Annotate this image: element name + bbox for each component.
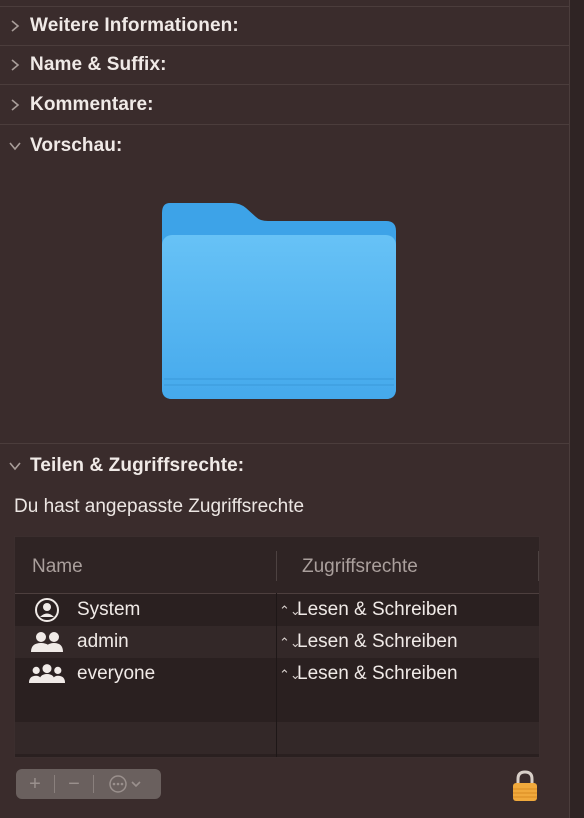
- table-row[interactable]: admin ⌃⌄Lesen & Schreiben: [15, 626, 539, 658]
- table-row[interactable]: everyone ⌃⌄Lesen & Schreiben: [15, 658, 539, 690]
- row-name: admin: [77, 631, 129, 652]
- column-header-permission[interactable]: Zugriffsrechte: [302, 556, 418, 578]
- folder-icon: [160, 203, 398, 406]
- permission-popup[interactable]: ⌃⌄Lesen & Schreiben: [279, 631, 458, 653]
- table-header: Name Zugriffsrechte: [15, 537, 539, 594]
- column-header-name[interactable]: Name: [32, 556, 83, 578]
- updown-chevron-icon: ⌃⌄: [279, 603, 301, 618]
- permissions-info-text: Du hast angepasste Zugriffsrechte: [14, 496, 305, 517]
- chevron-down-icon[interactable]: [0, 461, 30, 471]
- permission-value: Lesen & Schreiben: [297, 663, 458, 684]
- updown-chevron-icon: ⌃⌄: [279, 667, 301, 682]
- permission-value: Lesen & Schreiben: [297, 599, 458, 620]
- section-title: Weitere Informationen:: [30, 15, 239, 36]
- top-divider: [0, 0, 570, 7]
- chevron-right-icon[interactable]: [0, 98, 30, 112]
- section-teilen-zugriffsrechte[interactable]: Teilen & Zugriffsrechte:: [0, 446, 570, 485]
- scrollbar[interactable]: [569, 0, 584, 818]
- section-name-suffix[interactable]: Name & Suffix:: [0, 46, 570, 85]
- remove-button[interactable]: −: [55, 769, 93, 799]
- permission-popup[interactable]: ⌃⌄Lesen & Schreiben: [279, 663, 458, 685]
- permission-value: Lesen & Schreiben: [297, 631, 458, 652]
- chevron-right-icon[interactable]: [0, 58, 30, 72]
- column-separator: [276, 593, 277, 757]
- section-weitere-informationen[interactable]: Weitere Informationen:: [0, 7, 570, 46]
- section-title: Teilen & Zugriffsrechte:: [30, 454, 245, 476]
- everyone-icon: [29, 661, 65, 687]
- permission-popup[interactable]: ⌃⌄Lesen & Schreiben: [279, 599, 458, 621]
- ellipsis-circle-icon: [109, 775, 141, 793]
- permissions-table: Name Zugriffsrechte System ⌃⌄Lesen & Sch…: [14, 536, 540, 758]
- group-icon: [29, 629, 65, 655]
- section-title: Vorschau:: [30, 134, 123, 156]
- permissions-toolbar: + −: [16, 769, 161, 799]
- table-row[interactable]: System ⌃⌄Lesen & Schreiben: [15, 594, 539, 626]
- row-name: everyone: [77, 663, 156, 684]
- user-circle-icon: [29, 597, 65, 623]
- section-title: Name & Suffix:: [30, 54, 167, 75]
- add-button[interactable]: +: [16, 769, 54, 799]
- action-menu-button[interactable]: [94, 769, 160, 799]
- section-kommentare[interactable]: Kommentare:: [0, 86, 570, 125]
- row-name: System: [77, 599, 141, 620]
- chevron-right-icon[interactable]: [0, 19, 30, 33]
- lock-icon[interactable]: [511, 770, 539, 807]
- column-divider[interactable]: [538, 551, 539, 581]
- chevron-down-icon[interactable]: [0, 141, 30, 151]
- updown-chevron-icon: ⌃⌄: [279, 635, 301, 650]
- section-vorschau[interactable]: Vorschau:: [0, 126, 570, 165]
- section-title: Kommentare:: [30, 94, 154, 115]
- empty-row: [15, 722, 539, 754]
- column-divider[interactable]: [276, 551, 277, 581]
